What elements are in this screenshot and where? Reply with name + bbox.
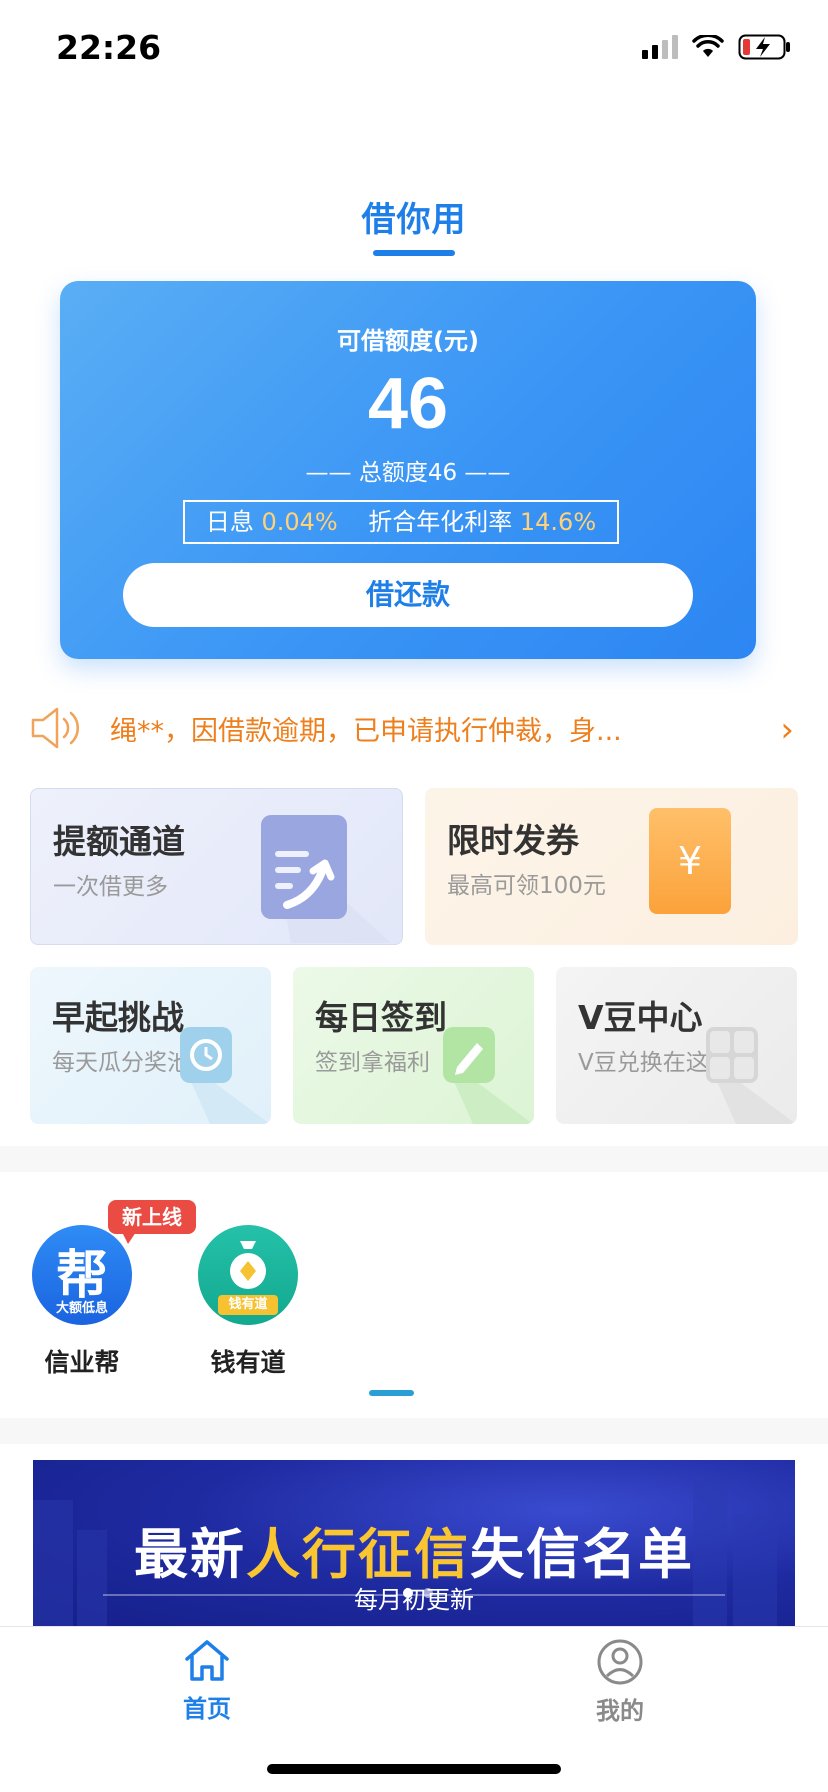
credit-limit-card: 可借额度(元) 46 —— 总额度46 —— 日息 0.04% 折合年化利率 1…	[60, 281, 756, 659]
chevron-right-icon[interactable]: ›	[780, 710, 794, 750]
status-bar: 22:26	[0, 0, 828, 100]
app-name: 信业帮	[44, 1348, 120, 1377]
annual-rate-label: 折合年化利率	[368, 508, 513, 536]
tab-home-label: 首页	[183, 1695, 231, 1723]
document-arrow-icon	[261, 815, 391, 943]
promo-banner[interactable]: 最新人行征信失信名单 每月初更新	[33, 1460, 795, 1626]
tile-title: 每日签到	[315, 998, 447, 1037]
xinyebang-logo-caption: 大额低息	[55, 1301, 108, 1316]
section-divider	[0, 1418, 828, 1444]
tile-title: V豆中心	[578, 998, 703, 1037]
total-credit-label: —— 总额度46 ——	[305, 460, 511, 486]
tab-mine[interactable]: 我的	[560, 1639, 680, 1726]
coupon-icon: ¥	[649, 808, 731, 914]
tile-subtitle: 一次借更多	[53, 874, 168, 900]
user-profile-icon	[597, 1639, 643, 1685]
status-time: 22:26	[56, 28, 162, 67]
page-title: 借你用	[361, 200, 467, 240]
cube-icon	[706, 1027, 796, 1124]
home-indicator	[267, 1764, 561, 1774]
tile-subtitle: 最高可领100元	[447, 873, 606, 899]
banner-title-part2: 失信名单	[470, 1523, 694, 1586]
banner-title-highlight: 人行征信	[246, 1523, 470, 1586]
banner-dot-active	[403, 1588, 413, 1598]
tile-title: 早起挑战	[52, 998, 184, 1037]
qianyoudao-logo-caption: 钱有道	[218, 1295, 278, 1315]
tile-title: 限时发券	[447, 821, 579, 860]
tab-mine-label: 我的	[596, 1697, 644, 1725]
banner-pagination	[403, 1588, 433, 1598]
status-icons	[642, 34, 792, 60]
battery-charging-icon	[738, 34, 790, 60]
money-bag-icon	[230, 1241, 266, 1289]
borrow-repay-button[interactable]: 借还款	[123, 563, 693, 627]
alarm-clock-icon	[180, 1027, 270, 1124]
tile-early-challenge[interactable]: 早起挑战 每天瓜分奖池	[30, 967, 271, 1124]
tile-vdou-center[interactable]: V豆中心 V豆兑换在这里	[556, 967, 797, 1124]
xinyebang-app-icon: 帮 大额低息	[32, 1225, 132, 1325]
app-xinyebang[interactable]: 帮 大额低息 信业帮	[27, 1225, 137, 1379]
tile-limited-coupon[interactable]: 限时发券 最高可领100元 ¥	[425, 788, 798, 945]
annual-rate-value: 14.6%	[519, 508, 597, 536]
tile-credit-increase[interactable]: 提额通道 一次借更多	[30, 788, 403, 945]
section-divider	[0, 1146, 828, 1172]
wifi-icon	[692, 35, 724, 57]
pencil-icon	[443, 1027, 533, 1124]
home-icon	[185, 1640, 229, 1681]
speaker-icon	[31, 707, 80, 749]
interest-rate-box: 日息 0.04% 折合年化利率 14.6%	[183, 500, 619, 544]
app-qianyoudao[interactable]: 钱有道 钱有道	[193, 1225, 303, 1379]
banner-title: 最新人行征信失信名单	[33, 1510, 795, 1589]
cellular-signal-icon	[642, 35, 678, 59]
available-credit-label: 可借额度(元)	[337, 327, 479, 355]
available-credit-amount: 46	[367, 364, 449, 444]
notice-bar[interactable]: 绳**，因借款逾期，已申请执行仲裁，身... ›	[30, 700, 800, 756]
banner-title-part1: 最新	[134, 1523, 246, 1586]
notice-text: 绳**，因借款逾期，已申请执行仲裁，身...	[110, 715, 622, 747]
tile-title: 提额通道	[53, 822, 185, 861]
app-name: 钱有道	[210, 1348, 286, 1377]
tab-home[interactable]: 首页	[147, 1639, 267, 1724]
tile-subtitle: 签到拿福利	[315, 1050, 430, 1076]
daily-rate-value: 0.04%	[261, 508, 338, 536]
daily-rate-label: 日息	[205, 508, 254, 536]
new-launch-badge: 新上线	[108, 1200, 196, 1244]
page-indicator	[369, 1390, 414, 1396]
tile-daily-checkin[interactable]: 每日签到 签到拿福利	[293, 967, 534, 1124]
qianyoudao-app-icon: 钱有道	[198, 1225, 298, 1325]
banner-dot	[423, 1588, 433, 1598]
title-underline	[373, 250, 455, 256]
